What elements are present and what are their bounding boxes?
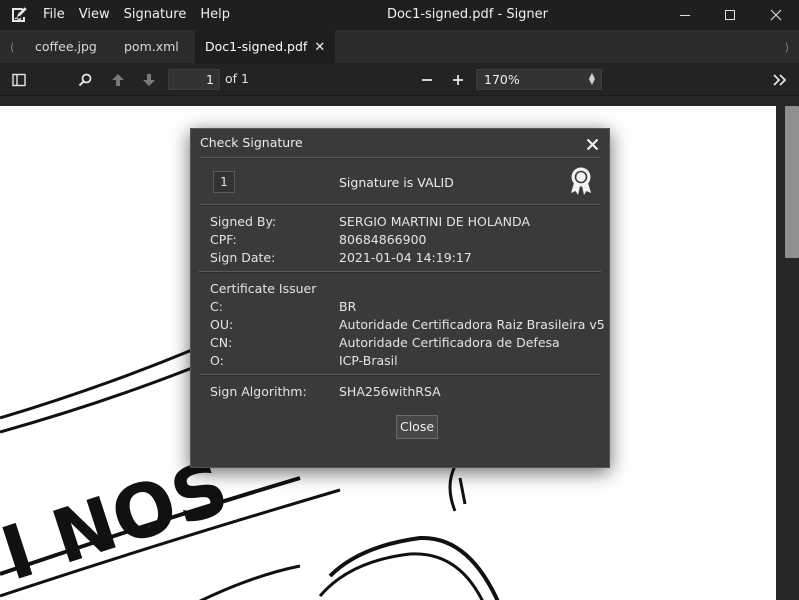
spinner-arrows-icon: ▲ ▼ (588, 71, 595, 86)
zoom-out-icon (422, 79, 432, 81)
check-signature-dialog: Check Signature 1 Signature is VALID Sig… (190, 128, 610, 468)
title-bar: File View Signature Help Doc1-signed.pdf… (0, 0, 799, 30)
tab-label: Doc1-signed.pdf (205, 39, 308, 54)
signed-by-value: SERGIO MARTINI DE HOLANDA (339, 214, 530, 229)
prev-page-icon (112, 74, 124, 86)
issuer-o-label: O: (210, 353, 224, 368)
zoom-in-button[interactable] (448, 70, 468, 90)
maximize-button[interactable] (707, 0, 753, 30)
tab-label: coffee.jpg (35, 39, 97, 54)
issuer-ou-value: Autoridade Certificadora Raiz Brasileira… (339, 317, 605, 332)
menu-signature[interactable]: Signature (124, 0, 187, 30)
chevron-left-icon: ⟨ (9, 40, 15, 54)
signer-logo-icon (12, 7, 27, 22)
sidebar-toggle-icon (12, 73, 26, 87)
dialog-close-button[interactable] (582, 134, 602, 154)
maximize-icon (725, 10, 735, 20)
minimize-icon (680, 15, 690, 16)
toolbar (0, 64, 799, 96)
issuer-cn-value: Autoridade Certificadora de Defesa (339, 335, 560, 350)
close-button[interactable]: Close (396, 415, 438, 439)
sign-algorithm-label: Sign Algorithm: (210, 384, 307, 399)
zoom-value: 170% (484, 72, 520, 87)
tab-label: pom.xml (124, 39, 179, 54)
minimize-button[interactable] (662, 0, 708, 30)
menu-bar: File View Signature Help (43, 0, 244, 30)
tab-scroll-right-button[interactable]: ⟩ (777, 30, 797, 64)
next-page-icon (143, 74, 155, 86)
certificate-badge-icon (571, 167, 591, 195)
zoom-select[interactable]: 170% ▲ ▼ (476, 69, 602, 90)
issuer-c-label: C: (210, 299, 223, 314)
sidebar-toggle-button[interactable] (9, 70, 29, 90)
close-icon (770, 9, 782, 21)
tab-pom-xml[interactable]: pom.xml (114, 30, 189, 64)
separator (199, 157, 601, 159)
issuer-ou-label: OU: (210, 317, 234, 332)
issuer-c-value: BR (339, 299, 357, 314)
sign-date-value: 2021-01-04 14:19:17 (339, 250, 472, 265)
zoom-in-icon (453, 75, 463, 85)
cpf-value: 80684866900 (339, 232, 427, 247)
tab-doc1-signed-pdf[interactable]: Doc1-signed.pdf ✕ (195, 30, 336, 65)
search-icon (78, 73, 92, 87)
separator (199, 271, 601, 273)
tab-close-icon[interactable]: ✕ (314, 31, 325, 65)
certificate-issuer-heading: Certificate Issuer (210, 281, 317, 296)
tab-scroll-left-button[interactable]: ⟨ (2, 30, 22, 64)
signature-status: Signature is VALID (339, 175, 454, 190)
signature-index-button[interactable]: 1 (213, 171, 235, 193)
next-page-button[interactable] (139, 70, 159, 90)
tab-bar: ⟨ coffee.jpg pom.xml Doc1-signed.pdf ✕ ⟩ (0, 30, 799, 64)
window-close-button[interactable] (753, 0, 799, 30)
menu-file[interactable]: File (43, 0, 65, 30)
menu-view[interactable]: View (79, 0, 110, 30)
tab-coffee-jpg[interactable]: coffee.jpg (25, 30, 107, 64)
issuer-cn-label: CN: (210, 335, 233, 350)
more-tools-icon (773, 74, 787, 86)
close-icon (586, 138, 598, 150)
separator (199, 204, 601, 206)
more-tools-button[interactable] (770, 70, 790, 90)
search-button[interactable] (75, 70, 95, 90)
prev-page-button[interactable] (108, 70, 128, 90)
cpf-label: CPF: (210, 232, 237, 247)
vertical-scrollbar-thumb[interactable] (785, 106, 799, 258)
sign-date-label: Sign Date: (210, 250, 276, 265)
chevron-right-icon: ⟩ (784, 40, 790, 54)
sign-algorithm-value: SHA256withRSA (339, 384, 441, 399)
window-title-text: Doc1-signed.pdf - Signer (386, 7, 549, 22)
page-number-input[interactable]: 1 (168, 69, 220, 90)
page-count-label: of 1 (225, 71, 249, 86)
menu-help[interactable]: Help (200, 0, 230, 30)
issuer-o-value: ICP-Brasil (339, 353, 398, 368)
signed-by-label: Signed By: (210, 214, 277, 229)
zoom-out-button[interactable] (417, 70, 437, 90)
dialog-title: Check Signature (200, 135, 303, 150)
separator (199, 374, 601, 376)
